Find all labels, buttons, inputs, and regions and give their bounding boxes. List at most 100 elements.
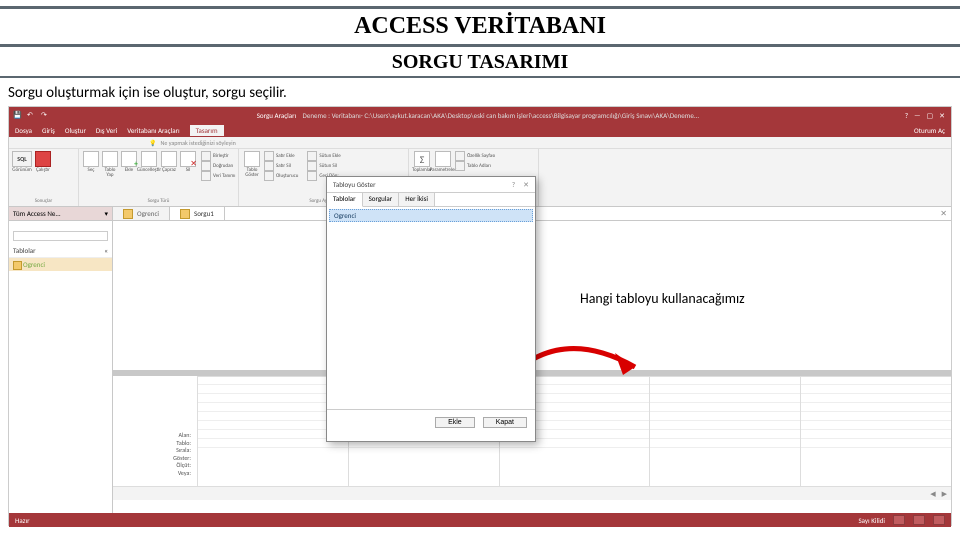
chevron-down-icon: ▾ xyxy=(104,209,108,218)
dialog-buttons: Ekle Kapat xyxy=(327,409,535,435)
ribbon-satir-sil[interactable]: Satır Sil xyxy=(264,161,298,171)
ribbon-capraz[interactable]: Çapraz xyxy=(161,151,177,173)
close-icon[interactable]: ✕ xyxy=(939,111,945,120)
ribbon-veritanimi[interactable]: Veri Tanımı xyxy=(201,171,235,181)
scroll-left-icon[interactable]: ◀ xyxy=(930,489,935,498)
dialog-close-icon[interactable]: ✕ xyxy=(523,180,529,189)
ribbon-calistir[interactable]: Çalıştır xyxy=(34,151,52,173)
doc-tab-ogrenci[interactable]: Ogrenci xyxy=(113,207,170,220)
grid-col[interactable] xyxy=(800,376,951,486)
ribbon-parametreler[interactable]: Parametreler xyxy=(434,151,452,173)
grid-col[interactable] xyxy=(649,376,800,486)
undo-icon[interactable]: ↶ xyxy=(27,110,37,120)
doc-tab2-label: Sorgu1 xyxy=(194,209,214,218)
help-icon[interactable]: ? xyxy=(905,111,908,120)
dlg-close-label: Kapat xyxy=(496,419,514,426)
callout-text: Hangi tabloyu kullanacağımız xyxy=(580,290,745,307)
doc-tab-sorgu1[interactable]: Sorgu1 xyxy=(170,207,225,220)
slide-description: Sorgu oluşturmak için ise oluştur, sorgu… xyxy=(0,82,960,106)
dlg-tab3-label: Her İkisi xyxy=(405,194,428,203)
menu-giris[interactable]: Giriş xyxy=(42,126,55,135)
ribbon-ekle[interactable]: +Ekle xyxy=(121,151,137,173)
tellme-text: Ne yapmak istediğinizi söyleyin xyxy=(160,139,235,147)
ribbon-gorunum[interactable]: SQLGörünüm xyxy=(13,151,31,173)
ribbon-ozellik[interactable]: Özellik Sayfası xyxy=(455,151,495,161)
menu-dosya[interactable]: Dosya xyxy=(15,126,32,135)
dialog-tab-sorgular[interactable]: Sorgular xyxy=(363,193,400,206)
ribbon-sutun-sil[interactable]: Sütun Sil xyxy=(307,161,340,171)
update-icon xyxy=(141,151,157,167)
dialog-close-button[interactable]: Kapat xyxy=(483,417,527,428)
maximize-icon[interactable]: ▢ xyxy=(927,111,934,120)
dlg-add-label: Ekle xyxy=(448,419,462,426)
ribbon-sil[interactable]: ✕Sil xyxy=(180,151,196,173)
save-icon[interactable]: 💾 xyxy=(13,110,23,120)
collapse-icon: « xyxy=(104,246,108,255)
dialog-help-icon[interactable]: ? xyxy=(512,180,515,189)
nav-header[interactable]: Tüm Access Ne... ▾ xyxy=(9,207,112,221)
dialog-table-list[interactable]: Ogrenci xyxy=(327,207,535,409)
dlg-tab2-label: Sorgular xyxy=(369,194,393,203)
view-design-button[interactable] xyxy=(933,515,945,525)
select-icon xyxy=(83,151,99,167)
slide-subtitle-bar: SORGU TASARIMI xyxy=(0,49,960,78)
nav-item-ogrenci[interactable]: Ogrenci xyxy=(9,258,112,271)
window-title-text: Deneme : Veritabanı- C:\Users\aykut.kara… xyxy=(303,111,700,120)
ribbon-grp-sorgu-turu: Sorgu Türü xyxy=(83,198,234,204)
lbl-veya: Veya: xyxy=(113,470,191,478)
dialog-tab-tablolar[interactable]: Tablolar xyxy=(327,193,363,207)
sigma-icon: Σ xyxy=(414,151,430,167)
signin-link[interactable]: Oturum Aç xyxy=(914,126,945,135)
status-left: Hazır xyxy=(15,516,30,525)
dialog-titlebar[interactable]: Tabloyu Göster ? ✕ xyxy=(327,177,535,193)
menu-tasarim[interactable]: Tasarım xyxy=(190,125,224,136)
ribbon-grp-sonuclar: Sonuçlar xyxy=(13,198,74,204)
nav-item-label: Ogrenci xyxy=(23,260,45,269)
horizontal-scrollbar[interactable]: ◀ ▶ xyxy=(113,486,951,500)
grid-row-labels: Alan: Tablo: Sırala: Göster: Ölçüt: Veya… xyxy=(113,432,195,477)
ribbon-toplamlar[interactable]: ΣToplamlar xyxy=(413,151,431,173)
menu-olustur[interactable]: Oluştur xyxy=(65,126,86,135)
ribbon-dogrudan[interactable]: Doğrudan xyxy=(201,161,235,171)
params-icon xyxy=(435,151,451,167)
dialog-title-text: Tabloyu Göster xyxy=(333,180,376,189)
ribbon-sec[interactable]: Seç xyxy=(83,151,99,173)
dialog-list-item[interactable]: Ogrenci xyxy=(329,209,533,222)
nav-section-tables[interactable]: Tablolar « xyxy=(9,244,112,258)
doc-close-icon[interactable]: ✕ xyxy=(940,209,947,219)
menu-vtaraclar[interactable]: Veritabanı Araçları xyxy=(127,126,179,135)
tell-me-bar[interactable]: 💡 Ne yapmak istediğinizi söyleyin xyxy=(9,137,951,149)
run-icon xyxy=(35,151,51,167)
ribbon-birlestir[interactable]: Birleştir xyxy=(201,151,235,161)
ribbon-tablo-goster[interactable]: Tablo Göster xyxy=(243,151,261,178)
dlg-list-item-label: Ogrenci xyxy=(334,211,356,220)
ribbon-satir-ekle[interactable]: Satır Ekle xyxy=(264,151,298,161)
ribbon-tablo-yap[interactable]: Tablo Yap xyxy=(102,151,118,178)
scroll-right-icon[interactable]: ▶ xyxy=(942,489,947,498)
dlg-tab1-label: Tablolar xyxy=(333,194,356,203)
doc-tab1-label: Ogrenci xyxy=(137,209,159,218)
sql-icon: SQL xyxy=(12,151,32,167)
dialog-add-button[interactable]: Ekle xyxy=(435,417,475,428)
delete-icon: ✕ xyxy=(180,151,196,167)
redo-icon[interactable]: ↷ xyxy=(41,110,51,120)
navigation-pane: Tüm Access Ne... ▾ Tablolar « Ogrenci xyxy=(9,207,113,513)
minimize-icon[interactable]: — xyxy=(914,111,920,120)
nav-section-label: Tablolar xyxy=(13,246,36,255)
menu-disveri[interactable]: Dış Veri xyxy=(96,126,117,135)
crosstab-icon xyxy=(161,151,177,167)
view-datasheet-button[interactable] xyxy=(893,515,905,525)
ribbon-tablo-adlari[interactable]: Tablo Adları xyxy=(455,161,495,171)
nav-search-input[interactable] xyxy=(13,231,108,241)
window-titlebar: 💾 ↶ ↷ Sorgu Araçları Deneme : Veritabanı… xyxy=(9,107,951,123)
dialog-tabs: Tablolar Sorgular Her İkisi xyxy=(327,193,535,207)
tellme-icon: 💡 xyxy=(149,139,156,147)
status-bar: Hazır Sayı Kilidi xyxy=(9,513,951,527)
maketable-icon xyxy=(102,151,118,167)
view-sql-button[interactable] xyxy=(913,515,925,525)
dialog-tab-herikisi[interactable]: Her İkisi xyxy=(399,193,435,206)
append-icon: + xyxy=(121,151,137,167)
ribbon-sutun-ekle[interactable]: Sütun Ekle xyxy=(307,151,340,161)
ribbon-olusturucu[interactable]: Oluşturucu xyxy=(264,171,298,181)
ribbon-guncellestir[interactable]: Güncelleştir xyxy=(140,151,158,173)
